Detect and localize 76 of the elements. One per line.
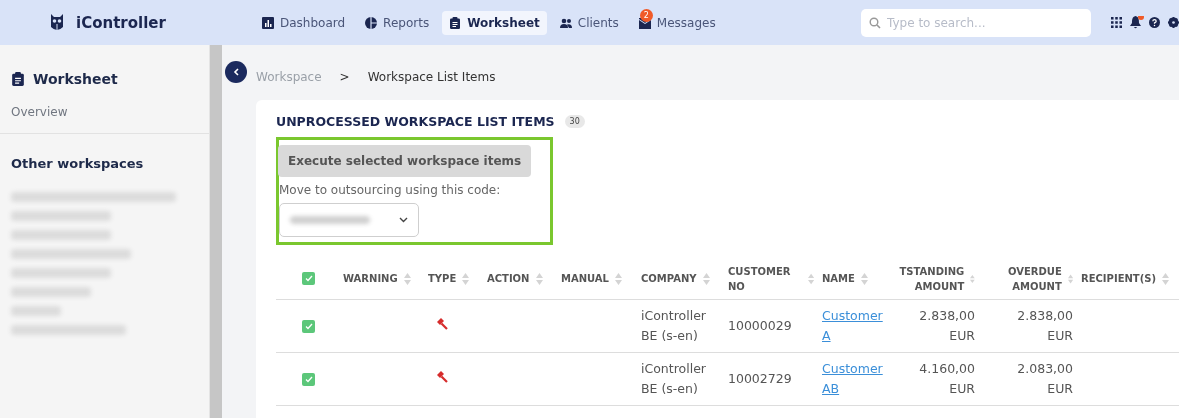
blurred-item[interactable] (11, 192, 176, 202)
hammer-icon (436, 317, 448, 330)
column-header[interactable]: TSTANDING AMOUNT (885, 263, 965, 294)
sort-icon[interactable] (535, 272, 543, 285)
sort-icon[interactable] (615, 272, 622, 285)
nav-tab[interactable]: Messages 2 (631, 10, 723, 35)
customer-link[interactable]: Customer A (822, 305, 882, 346)
search-icon (869, 16, 881, 29)
clipboard-icon (11, 72, 25, 86)
column-header[interactable]: RECIPIENT(S) (1081, 271, 1156, 287)
settings-icon[interactable] (1168, 16, 1179, 29)
column-header[interactable]: MANUAL (561, 271, 609, 287)
column-header[interactable]: ACTION (487, 271, 530, 287)
blurred-item[interactable] (11, 268, 111, 278)
nav-tab[interactable]: Dashboard (255, 10, 353, 35)
search-field[interactable]: Type to search... (887, 15, 1077, 30)
sort-icon[interactable] (970, 272, 975, 285)
chevron-down-icon (399, 217, 408, 223)
pie-chart-icon (365, 16, 378, 29)
blurred-item[interactable] (11, 325, 126, 335)
checkbox[interactable] (302, 319, 315, 333)
owl-logo-icon (50, 13, 64, 32)
sidebar-title: Worksheet (33, 71, 118, 87)
blurred-item[interactable] (11, 230, 111, 240)
nav-tab[interactable]: Reports (358, 10, 437, 35)
table-cell: iController BE (s-en) (641, 360, 706, 396)
panel-title: UNPROCESSED WORKSPACE LIST ITEMS (276, 114, 555, 129)
table-cell-text: 2.838,00 EUR (918, 306, 975, 345)
table-cell: 10002729 (728, 370, 792, 386)
field-label: Move to outsourcing using this code: (279, 183, 502, 197)
nav-tab[interactable]: Clients (552, 10, 626, 35)
checkbox[interactable] (302, 372, 315, 386)
section-heading: Other workspaces (10, 155, 145, 173)
customer-link[interactable]: Customer AB (822, 358, 882, 399)
breadcrumb-current: Workspace List Items (367, 70, 496, 84)
sort-icon[interactable] (462, 272, 470, 285)
blurred-item[interactable] (11, 287, 91, 297)
count-badge: 30 (564, 115, 585, 128)
column-header[interactable]: CUSTOMER NO (728, 263, 802, 294)
column-header[interactable]: TYPE (428, 271, 457, 287)
sort-icon[interactable] (860, 272, 868, 285)
table-cell-text: 2.838,00 EUR (1016, 306, 1073, 345)
sidebar-link[interactable]: Overview (0, 91, 209, 134)
chevron-left-icon (233, 68, 239, 76)
sort-icon[interactable] (1162, 272, 1169, 285)
hammer-icon (436, 370, 448, 383)
sort-icon[interactable] (807, 272, 814, 285)
checkbox[interactable] (302, 272, 315, 286)
nav-tab[interactable]: Worksheet (442, 10, 547, 35)
column-header[interactable]: NAME (822, 271, 855, 287)
blurred-item[interactable] (11, 249, 131, 259)
collapse-button[interactable] (225, 61, 247, 83)
bar-chart-icon (262, 16, 274, 29)
blurred-item[interactable] (11, 211, 111, 221)
breadcrumb-separator: > (339, 70, 350, 84)
table-cell: iController BE (s-en) (641, 307, 706, 343)
table-cell-text: 4.160,00 EUR (918, 359, 975, 398)
column-header[interactable]: OVERDUE AMOUNT (983, 263, 1062, 294)
column-header[interactable]: WARNING (343, 271, 398, 287)
sort-icon[interactable] (403, 272, 411, 285)
count-badge: 2 (639, 8, 653, 22)
table-cell-text: 2.083,00 EUR (1016, 359, 1073, 398)
bell-icon[interactable] (1130, 16, 1141, 29)
users-icon (559, 16, 572, 29)
column-header[interactable]: COMPANY (641, 271, 697, 287)
apps-grid-icon[interactable] (1111, 16, 1122, 29)
app-name: iController (76, 13, 166, 32)
help-icon[interactable] (1149, 16, 1160, 29)
sort-icon[interactable] (1067, 272, 1073, 285)
table-cell: 10000029 (728, 317, 792, 333)
blurred-item[interactable] (11, 306, 61, 316)
sort-icon[interactable] (702, 272, 710, 285)
search-box[interactable]: Type to search... (861, 8, 1091, 37)
code-select[interactable] (279, 203, 419, 237)
clipboard-icon (449, 16, 462, 29)
scrollbar[interactable] (210, 45, 222, 418)
